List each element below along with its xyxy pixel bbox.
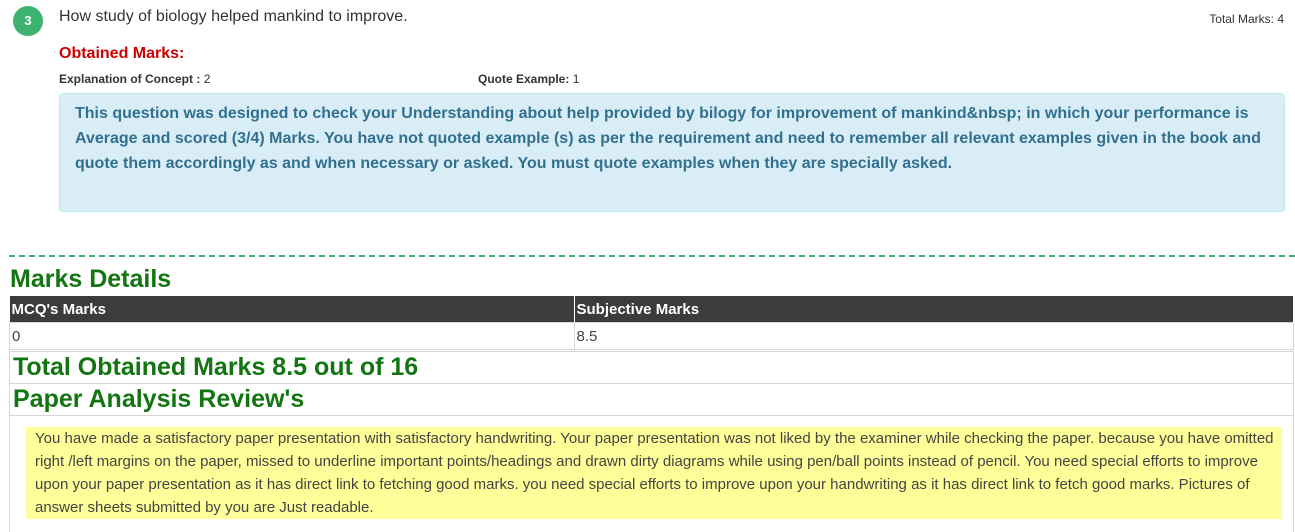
obtained-marks-heading: Obtained Marks:	[59, 45, 185, 62]
table-row: 0 8.5	[9, 322, 1294, 350]
table-header-subjective: Subjective Marks	[574, 296, 1294, 323]
table-header-row: MCQ's Marks Subjective Marks	[9, 296, 1294, 323]
question-text: How study of biology helped mankind to i…	[59, 8, 408, 25]
total-marks-label: Total Marks: 4	[1209, 12, 1284, 26]
section-divider	[9, 255, 1295, 257]
total-obtained-marks: Total Obtained Marks 8.5 out of 16	[9, 351, 1294, 384]
paper-analysis-heading: Paper Analysis Review's	[9, 383, 1294, 416]
criterion-value: 2	[203, 72, 211, 86]
marks-details-heading: Marks Details	[10, 265, 172, 293]
feedback-info-box: This question was designed to check your…	[59, 93, 1285, 212]
criterion-explanation: Explanation of Concept : 2	[59, 72, 210, 86]
criterion-label: Explanation of Concept :	[59, 72, 201, 86]
table-header-mcq: MCQ's Marks	[9, 296, 575, 323]
paper-analysis-review-text: You have made a satisfactory paper prese…	[26, 427, 1282, 519]
criterion-label: Quote Example:	[478, 72, 570, 86]
question-number-badge: 3	[13, 6, 43, 36]
criterion-value: 1	[572, 72, 580, 86]
marks-table: MCQ's Marks Subjective Marks 0 8.5	[9, 296, 1294, 350]
criterion-quote-example: Quote Example: 1	[478, 72, 579, 86]
subjective-marks-value: 8.5	[573, 322, 1294, 350]
mcq-marks-value: 0	[9, 322, 575, 350]
